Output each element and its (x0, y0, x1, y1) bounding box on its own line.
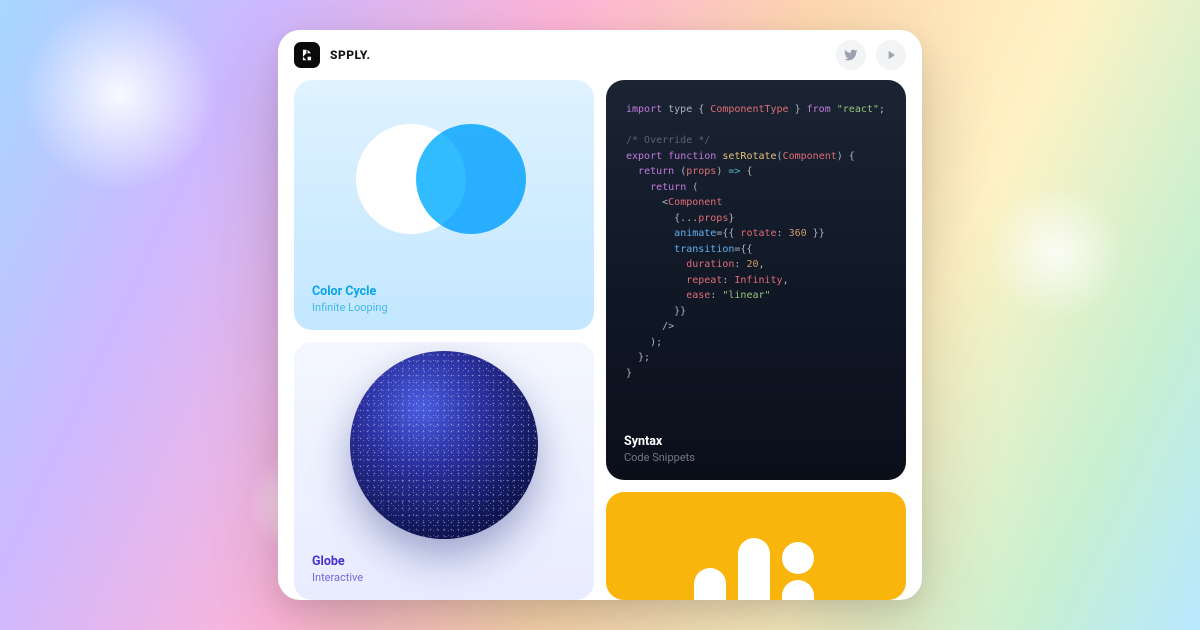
yellow-shape-1 (694, 568, 726, 600)
globe-graphic (294, 342, 594, 540)
card-subtitle: Infinite Looping (312, 301, 576, 314)
card-subtitle: Code Snippets (624, 451, 888, 464)
card-title: Color Cycle (312, 284, 576, 299)
play-icon (884, 48, 898, 62)
brand-name: SPPLY. (330, 48, 371, 62)
card-title: Syntax (624, 434, 888, 449)
card-yellow[interactable] (606, 492, 906, 600)
topbar: SPPLY. (278, 30, 922, 80)
globe-sphere (350, 351, 538, 539)
right-column: import type { ComponentType } from "reac… (606, 80, 906, 600)
card-syntax[interactable]: import type { ComponentType } from "reac… (606, 80, 906, 480)
card-label: Globe Interactive (294, 540, 594, 600)
card-globe[interactable]: Globe Interactive (294, 342, 594, 600)
card-label: Syntax Code Snippets (606, 420, 906, 480)
app-window: SPPLY. Color Cycle Infinite Looping (278, 30, 922, 600)
yellow-shape-dot (782, 542, 814, 574)
play-button[interactable] (876, 40, 906, 70)
code-block: import type { ComponentType } from "reac… (606, 80, 906, 420)
left-column: Color Cycle Infinite Looping Globe Inter… (294, 80, 594, 600)
card-color-cycle[interactable]: Color Cycle Infinite Looping (294, 80, 594, 330)
card-subtitle: Interactive (312, 571, 576, 584)
card-label: Color Cycle Infinite Looping (294, 270, 594, 330)
twitter-icon (844, 48, 858, 62)
card-grid: Color Cycle Infinite Looping Globe Inter… (278, 80, 922, 600)
yellow-shape-2 (738, 538, 770, 600)
app-logo[interactable] (294, 42, 320, 68)
venn-graphic (294, 80, 594, 270)
yellow-shape-3 (782, 580, 814, 600)
card-title: Globe (312, 554, 576, 569)
venn-circle-blue (416, 124, 526, 234)
twitter-button[interactable] (836, 40, 866, 70)
logo-glyph-icon (300, 48, 314, 62)
